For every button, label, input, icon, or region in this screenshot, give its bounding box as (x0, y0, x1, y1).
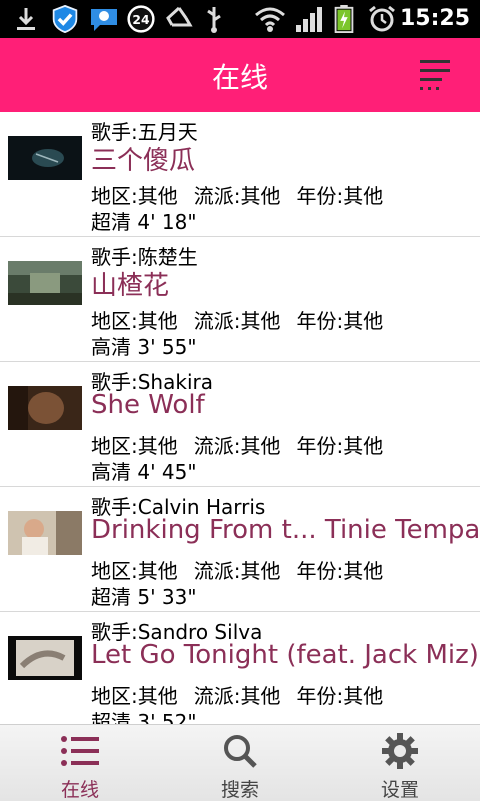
video-thumbnail (8, 386, 82, 430)
wifi-icon (255, 7, 285, 32)
quality-duration: 超清 4' 18" (91, 210, 197, 234)
quality-duration: 超清 3' 52" (91, 710, 197, 724)
tab-label: 设置 (380, 779, 419, 801)
song-title: 三个傻瓜 (91, 146, 196, 176)
region-label: 地区:其他 (91, 309, 178, 333)
year-label: 年份:其他 (296, 434, 384, 458)
genre-label: 流派:其他 (193, 309, 281, 333)
year-label: 年份:其他 (296, 309, 384, 333)
region-label: 地区:其他 (91, 684, 178, 708)
song-meta: 地区:其他 流派:其他 年份:其他 (91, 555, 399, 584)
song-meta: 地区:其他 流派:其他 年份:其他 (91, 180, 399, 209)
video-thumbnail (8, 511, 82, 555)
shield-icon (52, 5, 78, 33)
bottom-tab-bar: 在线 搜索 设置 (0, 724, 480, 801)
region-label: 地区:其他 (91, 184, 178, 208)
song-title: 山楂花 (91, 271, 170, 301)
recycle-icon (166, 6, 193, 27)
quality-duration: 超清 5' 33" (91, 585, 197, 609)
song-meta: 地区:其他 流派:其他 年份:其他 (91, 680, 399, 709)
download-icon (17, 8, 35, 30)
song-title: Let Go Tonight (feat. Jack Miz) (91, 640, 479, 670)
search-icon (224, 735, 257, 768)
status-time: 15:25 (399, 6, 470, 31)
song-meta: 地区:其他 流派:其他 年份:其他 (91, 430, 399, 459)
genre-label: 流派:其他 (193, 559, 281, 583)
song-title: Drinking From t... Tinie Tempah) (91, 515, 480, 545)
year-label: 年份:其他 (296, 184, 384, 208)
genre-label: 流派:其他 (193, 434, 281, 458)
quality-duration: 高清 3' 55" (91, 335, 197, 359)
status-bar: 24 15:25 (0, 0, 480, 38)
song-title: She Wolf (91, 390, 205, 420)
gear-icon (382, 733, 418, 769)
tab-label: 搜索 (220, 779, 259, 801)
song-list: 歌手:五月天 三个傻瓜 地区:其他 流派:其他 年份:其他 超清 4' 18" 歌手… (0, 112, 480, 724)
list-item[interactable]: 歌手:Sandro Silva Let Go Tonight (feat. Ja… (0, 612, 480, 724)
list-item[interactable]: 歌手:五月天 三个傻瓜 地区:其他 流派:其他 年份:其他 超清 4' 18" (0, 112, 480, 237)
year-label: 年份:其他 (296, 684, 384, 708)
menu-lines-icon[interactable] (420, 58, 450, 92)
genre-label: 流派:其他 (193, 684, 281, 708)
signal-icon (296, 7, 322, 32)
list-item[interactable]: 歌手:陈楚生 山楂花 地区:其他 流派:其他 年份:其他 高清 3' 55" (0, 237, 480, 362)
genre-label: 流派:其他 (193, 184, 281, 208)
notification-count-icon: 24 (127, 5, 155, 33)
list-icon (61, 736, 99, 766)
list-item[interactable]: 歌手:Shakira She Wolf 地区:其他 流派:其他 年份:其他 高清 4… (0, 362, 480, 487)
video-thumbnail (8, 261, 82, 305)
quality-duration: 高清 4' 45" (91, 460, 197, 484)
tab-label: 在线 (60, 779, 99, 801)
page-title: 在线 (211, 61, 268, 94)
usb-icon (207, 7, 221, 33)
region-label: 地区:其他 (91, 434, 178, 458)
list-item[interactable]: 歌手:Calvin Harris Drinking From t... Tini… (0, 487, 480, 612)
year-label: 年份:其他 (296, 559, 384, 583)
battery-icon (334, 5, 354, 33)
tab-online[interactable]: 在线 (0, 725, 160, 801)
alarm-icon (369, 5, 395, 32)
qq-penguin-icon (91, 9, 117, 31)
tab-search[interactable]: 搜索 (160, 725, 320, 801)
video-thumbnail (8, 136, 82, 180)
song-meta: 地区:其他 流派:其他 年份:其他 (91, 305, 399, 334)
app-header: 在线 (0, 38, 480, 112)
tab-settings[interactable]: 设置 (320, 725, 480, 801)
region-label: 地区:其他 (91, 559, 178, 583)
notification-count-text: 24 (132, 13, 150, 27)
video-thumbnail (8, 636, 82, 680)
